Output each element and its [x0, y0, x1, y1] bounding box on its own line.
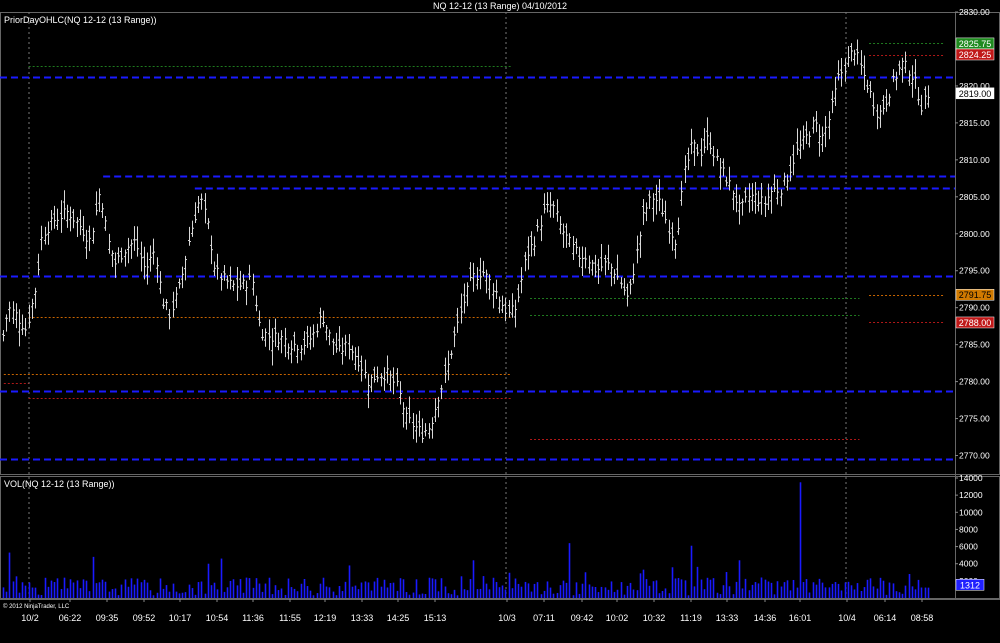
time-axis-label: 13:33 — [716, 613, 739, 623]
volume-axis-label: 14000 — [959, 473, 983, 483]
time-axis-label: 10:54 — [206, 613, 229, 623]
price-axis-label: 2780.00 — [959, 377, 990, 387]
price-axis-label: 2805.00 — [959, 192, 990, 202]
price-panel-frame — [0, 12, 1000, 475]
time-axis-label: 06:22 — [59, 613, 82, 623]
time-axis-label: 09:52 — [133, 613, 156, 623]
price-axis-label: 2790.00 — [959, 303, 990, 313]
time-axis-label: 09:35 — [96, 613, 119, 623]
volume-panel-frame — [0, 476, 1000, 599]
volume-axis-label: 4000 — [959, 559, 978, 569]
time-axis-label: 09:42 — [571, 613, 594, 623]
price-axis-label: 2770.00 — [959, 451, 990, 461]
time-axis-label: 10:02 — [606, 613, 629, 623]
time-axis-label: 10:17 — [169, 613, 192, 623]
price-indicator-label: PriorDayOHLC(NQ 12-12 (13 Range)) — [4, 15, 157, 25]
volume-axis-label: 10000 — [959, 507, 983, 517]
time-axis-label: 12:19 — [314, 613, 337, 623]
price-axis-label: 2815.00 — [959, 118, 990, 128]
time-axis-label: 14:36 — [754, 613, 777, 623]
time-axis-label: 10/4 — [838, 613, 856, 623]
price-marker-label: 2819.00 — [959, 89, 992, 99]
copyright-text: © 2012 NinjaTrader, LLC — [3, 603, 70, 610]
price-marker-label: 2788.00 — [959, 318, 992, 328]
price-marker-label: 2791.75 — [959, 290, 992, 300]
chart-canvas[interactable]: 2830.002825.002820.002815.002810.002805.… — [0, 0, 1000, 643]
volume-indicator-label: VOL(NQ 12-12 (13 Range)) — [4, 479, 115, 489]
time-axis-label: 16:01 — [789, 613, 812, 623]
time-axis-label: 10:32 — [643, 613, 666, 623]
price-marker-label: 2825.75 — [959, 39, 992, 49]
price-axis-label: 2775.00 — [959, 414, 990, 424]
time-axis-label: 15:13 — [424, 613, 447, 623]
volume-axis-label: 12000 — [959, 490, 983, 500]
price-axis-label: 2785.00 — [959, 340, 990, 350]
price-axis-label: 2830.00 — [959, 7, 990, 17]
time-axis-label: 11:19 — [680, 613, 702, 623]
time-axis-label: 07:11 — [533, 613, 555, 623]
volume-axis-label: 6000 — [959, 542, 978, 552]
time-axis-label: 10/3 — [498, 613, 516, 623]
time-axis-label: 06:14 — [874, 613, 897, 623]
price-axis-label: 2795.00 — [959, 266, 990, 276]
volume-last-label: 1312 — [960, 580, 980, 590]
time-axis-label: 14:25 — [387, 613, 410, 623]
price-axis-label: 2800.00 — [959, 229, 990, 239]
volume-axis-label: 8000 — [959, 524, 978, 534]
time-axis-label: 08:58 — [911, 613, 934, 623]
time-axis-label: 10/2 — [21, 613, 39, 623]
time-axis-label: 13:33 — [351, 613, 374, 623]
price-marker-label: 2824.25 — [959, 50, 992, 60]
time-axis-label: 11:55 — [279, 613, 301, 623]
time-axis-label: 11:36 — [242, 613, 264, 623]
price-axis-label: 2810.00 — [959, 155, 990, 165]
